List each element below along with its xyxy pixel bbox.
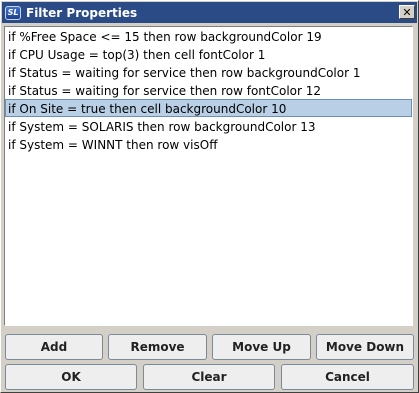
app-logo-icon: SL [5, 5, 21, 20]
move-up-button[interactable]: Move Up [212, 334, 311, 360]
list-item[interactable]: if System = SOLARIS then row backgroundC… [5, 117, 412, 135]
ok-button[interactable]: OK [5, 364, 137, 390]
window-title: Filter Properties [26, 5, 138, 20]
remove-button[interactable]: Remove [108, 334, 207, 360]
list-item[interactable]: if System = WINNT then row visOff [5, 135, 412, 153]
add-button[interactable]: Add [5, 334, 103, 360]
filter-properties-dialog: SL Filter Properties ✕ if %Free Space <=… [0, 0, 419, 393]
title-bar[interactable]: SL Filter Properties ✕ [2, 2, 417, 23]
list-item[interactable]: if CPU Usage = top(3) then cell fontColo… [5, 45, 412, 63]
list-item[interactable]: if %Free Space <= 15 then row background… [5, 27, 412, 45]
close-icon: ✕ [402, 5, 412, 19]
list-item[interactable]: if Status = waiting for service then row… [5, 63, 412, 81]
close-button[interactable]: ✕ [399, 5, 415, 19]
clear-button[interactable]: Clear [143, 364, 275, 390]
list-item[interactable]: if Status = waiting for service then row… [5, 81, 412, 99]
cancel-button[interactable]: Cancel [281, 364, 414, 390]
filter-rules-list[interactable]: if %Free Space <= 15 then row background… [4, 26, 413, 326]
list-item-selected[interactable]: if On Site = true then cell backgroundCo… [5, 99, 412, 117]
move-down-button[interactable]: Move Down [316, 334, 414, 360]
